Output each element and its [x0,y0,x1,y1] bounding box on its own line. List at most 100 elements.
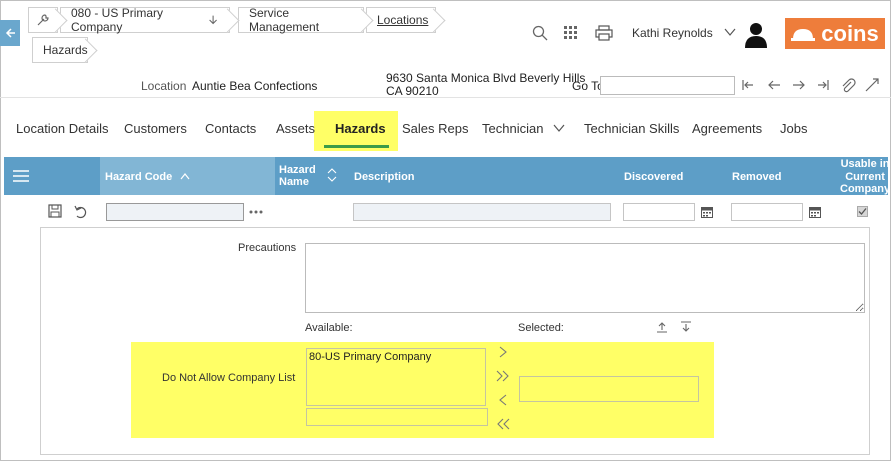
last-icon [818,80,829,90]
breadcrumb-company-label: 080 - US Primary Company [71,6,164,34]
first-record-button[interactable] [740,77,756,93]
removed-calendar-button[interactable] [809,206,821,218]
breadcrumb-company[interactable]: 080 - US Primary Company [60,6,230,34]
double-chevron-right-icon [496,370,509,382]
selected-companies-list[interactable] [519,376,699,402]
calendar-icon [809,207,821,218]
column-hazard-name[interactable]: Hazard Name [279,164,316,188]
description-input[interactable] [353,203,611,221]
available-filter-input[interactable] [306,408,488,426]
chevron-down-icon [553,124,565,132]
column-usable[interactable]: Usable in Current Company [840,158,890,196]
location-address: 9630 Santa Monica Blvd Beverly Hills CA … [386,72,585,98]
apps-button[interactable] [562,24,580,42]
breadcrumb-tools[interactable] [28,7,58,33]
user-menu[interactable]: Kathi Reynolds [632,26,736,40]
column-hazard-name-line2: Name [279,176,309,188]
breadcrumb-locations[interactable]: Locations [366,7,436,33]
usable-in-company-checkbox[interactable] [857,206,868,217]
hazard-code-lookup-button[interactable] [249,204,263,218]
arrow-left-icon [768,80,780,90]
discovered-calendar-button[interactable] [701,206,713,218]
undo-icon [74,205,87,219]
column-description[interactable]: Description [354,171,415,183]
column-hazard-name-line1: Hazard [279,164,316,176]
precautions-label: Precautions [238,242,297,254]
chevron-left-icon [499,394,507,406]
hazard-code-input[interactable] [106,203,244,221]
goto-input[interactable] [600,76,735,95]
breadcrumb-current: Hazards [32,37,88,63]
tab-assets[interactable]: Assets [276,121,315,136]
do-not-allow-company-list-label: Do Not Allow Company List [162,372,296,384]
paperclip-icon [842,78,856,93]
first-icon [742,80,753,90]
link-out-button[interactable] [864,77,880,93]
upload-icon [657,322,667,333]
undo-row-button[interactable] [73,204,89,220]
hamburger-menu-icon [13,170,29,182]
download-icon [681,321,691,332]
search-button[interactable] [531,24,549,42]
breadcrumb-module[interactable]: Service Management [238,6,364,34]
attachment-button[interactable] [840,77,856,93]
column-hazard-code-label: Hazard Code [105,171,173,183]
discovered-date-input[interactable] [623,203,695,221]
move-all-left-button[interactable] [496,418,510,432]
tab-agreements[interactable]: Agreements [692,121,762,136]
search-icon [532,25,548,41]
location-name: Auntie Bea Confections [192,79,318,93]
calendar-icon [701,207,713,218]
tab-contacts[interactable]: Contacts [205,121,256,136]
column-usable-line3: Company [840,183,891,195]
logo-hardhat-icon [791,28,816,41]
move-right-button[interactable] [496,346,510,360]
grid-header: Hazard Code Hazard Name Description Disc… [4,157,890,196]
column-discovered[interactable]: Discovered [624,171,683,183]
breadcrumb-locations-label: Locations [377,13,429,27]
move-all-right-button[interactable] [496,370,510,384]
header-divider [0,97,891,98]
wrench-icon [37,14,49,26]
selected-label: Selected: [518,322,564,334]
user-name: Kathi Reynolds [632,26,713,40]
column-usable-line1: Usable in [840,158,890,170]
sort-toggle[interactable] [327,168,337,185]
tab-jobs[interactable]: Jobs [780,121,807,136]
printer-icon [595,25,613,41]
avatar[interactable] [742,20,770,48]
sort-icon [327,168,337,182]
column-usable-line2: Current [845,170,885,183]
previous-record-button[interactable] [766,77,782,93]
tab-sales-reps[interactable]: Sales Reps [402,121,468,136]
print-button[interactable] [595,24,613,42]
available-company-item[interactable]: 80-US Primary Company [309,351,431,363]
tab-technician-skills[interactable]: Technician Skills [584,121,679,136]
column-removed[interactable]: Removed [732,171,782,183]
coins-logo: coins [785,18,885,49]
ellipsis-icon [249,210,263,214]
column-hazard-code[interactable]: Hazard Code [105,171,190,183]
grid-menu-button[interactable] [13,170,29,185]
tab-technician[interactable]: Technician [482,121,565,136]
chevron-right-icon [499,346,507,358]
collapse-panel-button[interactable] [0,20,20,46]
move-left-button[interactable] [496,394,510,408]
move-to-top-button[interactable] [656,321,668,336]
last-record-button[interactable] [815,77,831,93]
arrow-down-icon [209,15,217,25]
next-record-button[interactable] [791,77,807,93]
available-label: Available: [305,322,353,334]
active-tab-underline [324,145,389,148]
logo-text: coins [821,20,879,46]
save-row-button[interactable] [48,204,64,220]
tab-customers[interactable]: Customers [124,121,187,136]
precautions-textarea[interactable] [305,243,865,313]
check-icon [858,208,867,215]
grid-icon [564,26,577,39]
sort-ascending-icon [180,173,190,180]
tab-location-details[interactable]: Location Details [16,121,109,136]
tab-hazards[interactable]: Hazards [335,121,386,136]
removed-date-input[interactable] [731,203,803,221]
move-to-bottom-button[interactable] [680,321,692,336]
